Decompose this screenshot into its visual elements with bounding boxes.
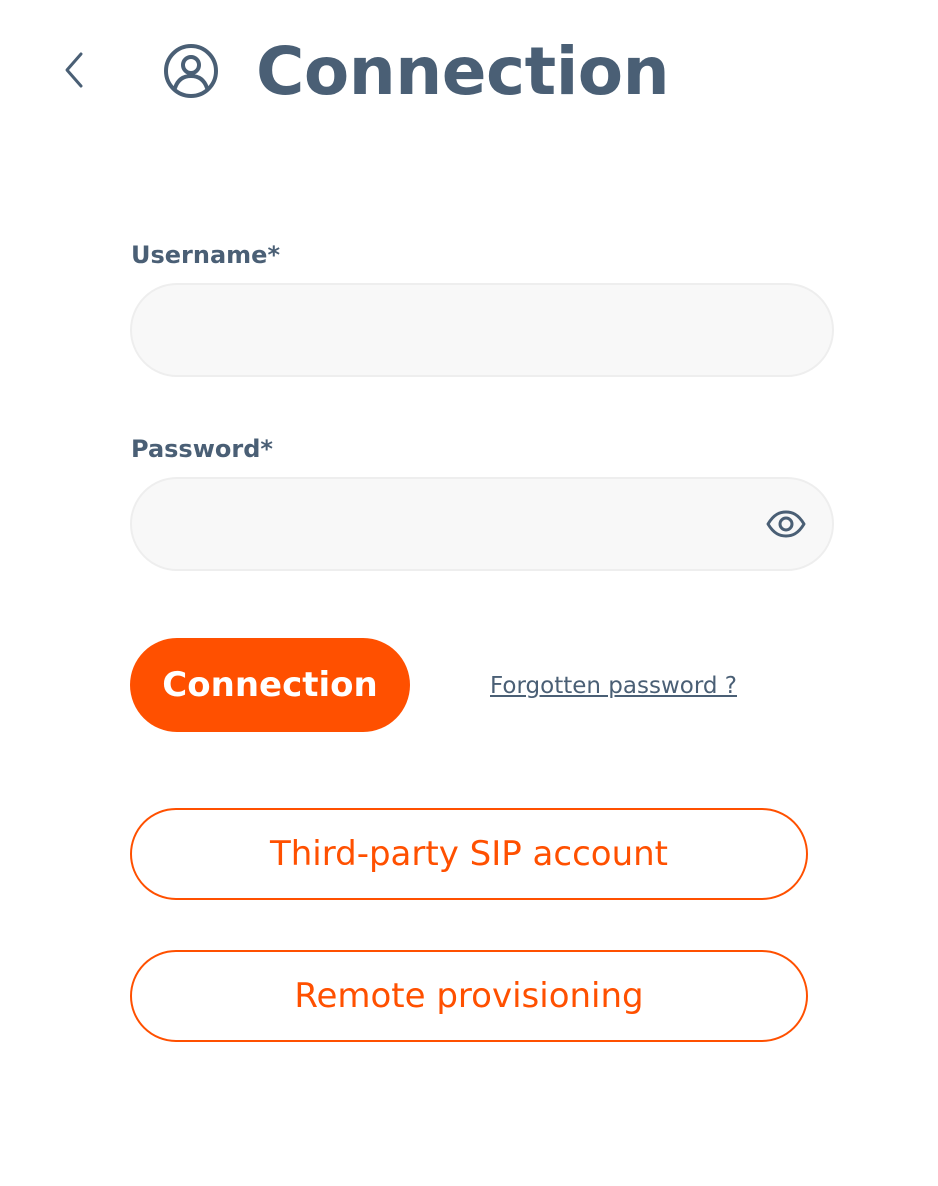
- password-label: Password*: [131, 435, 273, 463]
- page-title: Connection: [256, 33, 670, 110]
- back-button[interactable]: [48, 44, 100, 96]
- username-label: Username*: [131, 241, 281, 269]
- user-circle-icon: [162, 42, 220, 100]
- remote-provisioning-button[interactable]: Remote provisioning: [130, 950, 808, 1042]
- password-field-container: [130, 477, 834, 571]
- username-input[interactable]: [168, 285, 748, 375]
- show-password-button[interactable]: [766, 506, 806, 542]
- forgotten-password-link[interactable]: Forgotten password ?: [490, 671, 737, 701]
- header: Connection: [0, 0, 938, 150]
- password-input[interactable]: [168, 479, 748, 569]
- eye-icon: [766, 510, 806, 538]
- chevron-left-icon: [65, 52, 83, 88]
- connection-button[interactable]: Connection: [130, 638, 410, 732]
- username-field-container: [130, 283, 834, 377]
- third-party-sip-account-button[interactable]: Third-party SIP account: [130, 808, 808, 900]
